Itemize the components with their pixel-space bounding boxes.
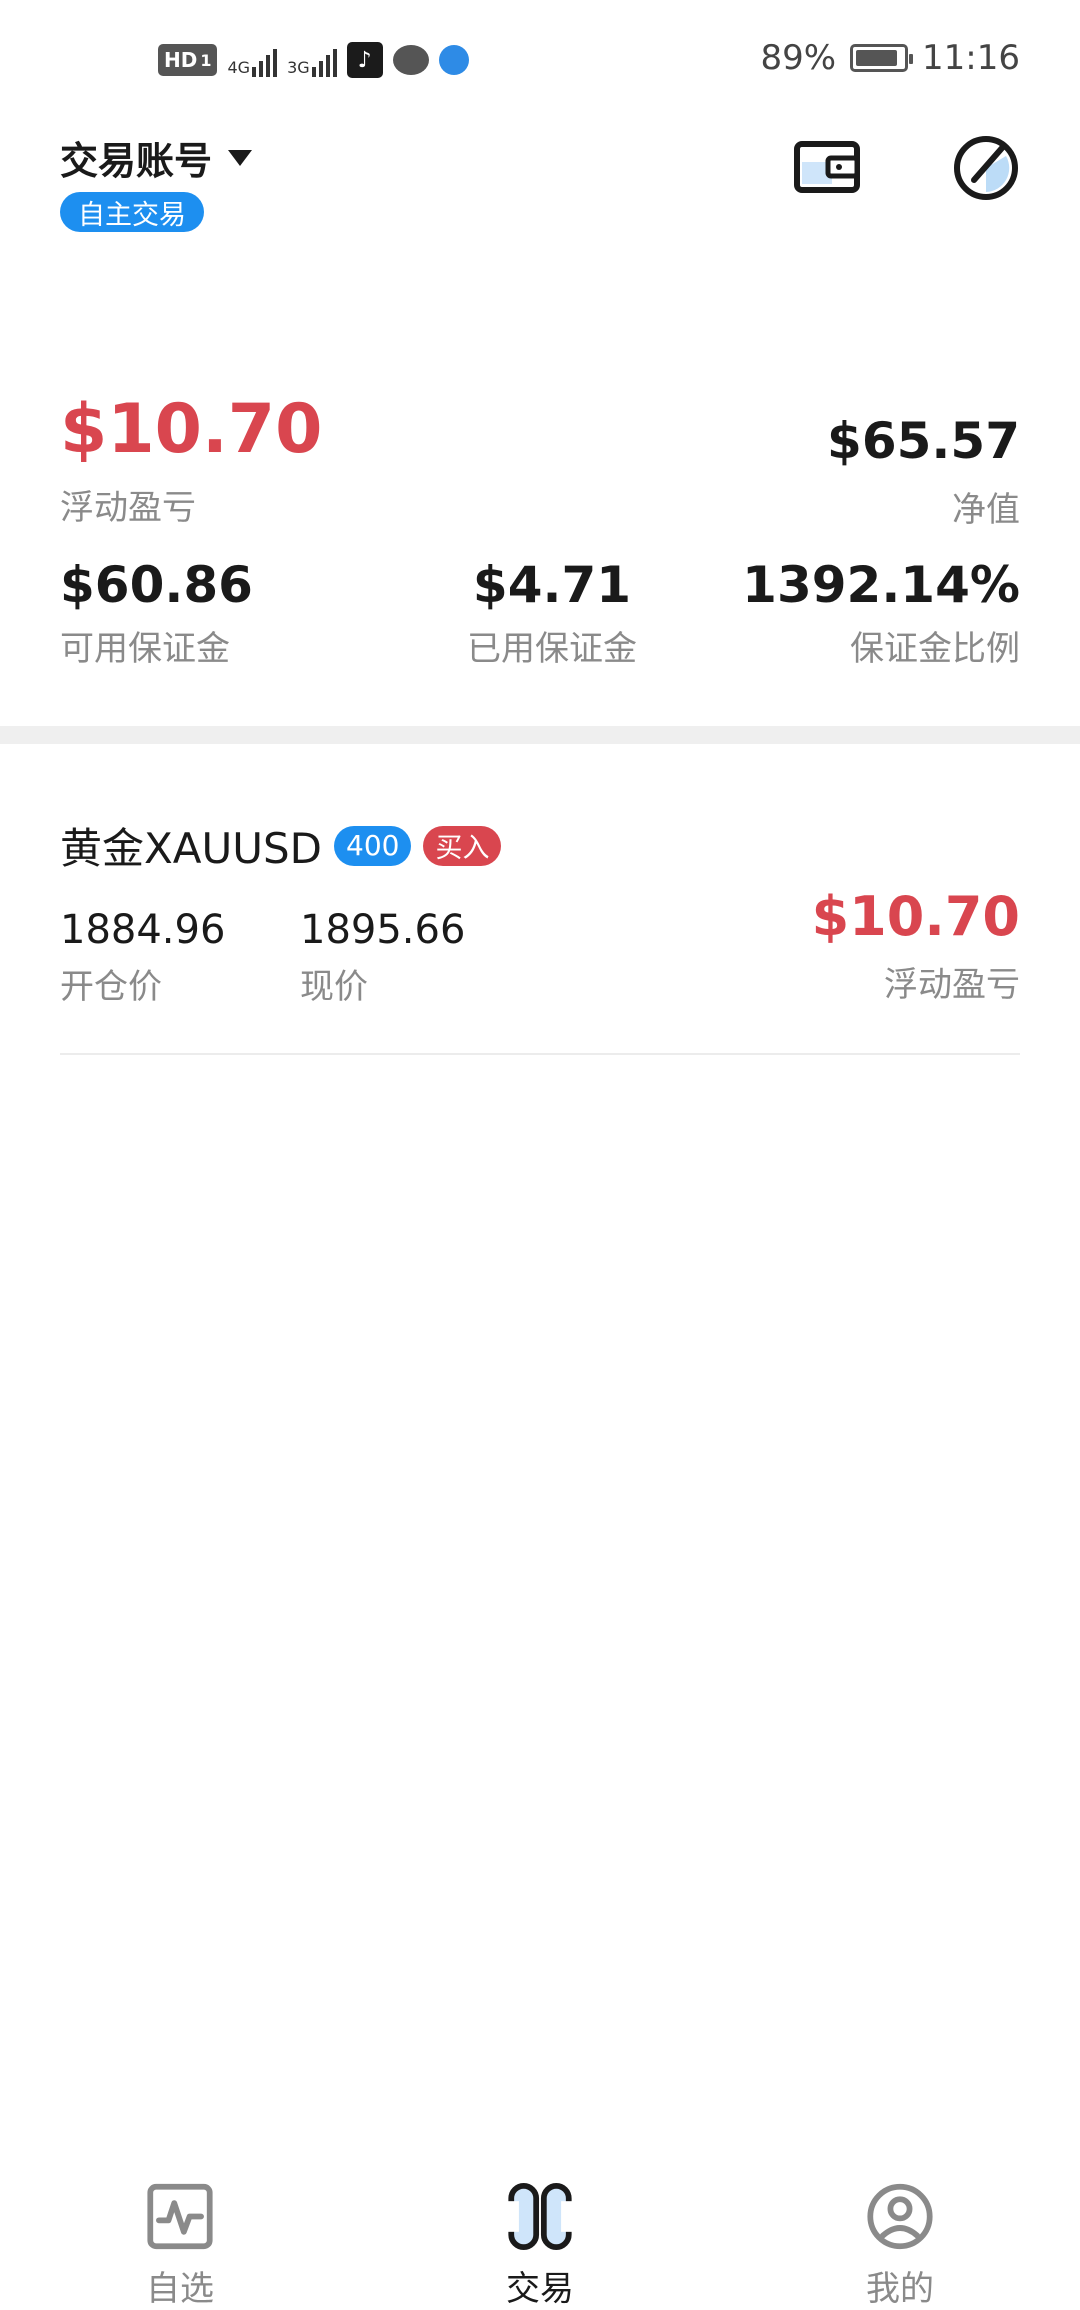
nav-label-profile: 我的 [866, 2269, 934, 2309]
lots-badge: 400 [334, 825, 412, 866]
account-selector[interactable]: 交易账号 [60, 130, 253, 185]
open-price-label: 开仓价 [60, 967, 162, 1007]
free-margin-label: 可用保证金 [60, 629, 230, 669]
chat-icon [392, 45, 429, 75]
trade-icon [507, 2182, 573, 2251]
equity-label: 净值 [952, 490, 1020, 530]
floating-pnl-value: $10.70 [60, 390, 323, 469]
account-summary: $10.70 浮动盈亏 $65.57 净值 $60.86 可用保证金 $4.71… [60, 390, 1020, 670]
header: 交易账号 自主交易 [60, 130, 1020, 240]
battery-percent: 89% [760, 38, 837, 78]
margin-level-value: 1392.14% [742, 556, 1020, 614]
side-badge: 买入 [423, 825, 502, 866]
status-icons-left: HD 1 4G 3G ♪ [158, 42, 469, 78]
free-margin-value: $60.86 [60, 556, 253, 614]
status-bar: HD 1 4G 3G ♪ 89% 11:16 [0, 0, 1080, 124]
profile-icon [867, 2183, 933, 2250]
trading-mode-badge: 自主交易 [60, 192, 204, 232]
nav-profile[interactable]: 我的 [720, 2130, 1080, 2310]
history-button[interactable] [952, 134, 1020, 202]
equity-value: $65.57 [827, 412, 1020, 470]
position-symbol: 黄金XAUUSD [60, 824, 322, 873]
used-margin-label: 已用保证金 [467, 629, 637, 669]
watchlist-icon [147, 2183, 213, 2250]
wallet-icon [794, 141, 860, 193]
hd-label: HD [164, 48, 198, 72]
network-type-1: 4G [227, 58, 251, 77]
browser-icon [438, 45, 469, 75]
status-icons-right: 89% 11:16 [760, 38, 1020, 78]
floating-pnl-label: 浮动盈亏 [60, 488, 196, 528]
current-price-label: 现价 [300, 967, 368, 1007]
current-price-col: 1895.66 现价 [300, 905, 465, 1008]
margin-level-metric: 1392.14% 保证金比例 [742, 555, 1020, 670]
history-icon [954, 136, 1018, 200]
battery-icon [850, 44, 914, 72]
open-price-col: 1884.96 开仓价 [60, 905, 225, 1008]
position-row[interactable]: 黄金XAUUSD 400 买入 1884.96 开仓价 1895.66 现价 $… [60, 815, 1020, 1055]
position-pnl-label: 浮动盈亏 [884, 965, 1020, 1005]
nav-trade[interactable]: 交易 [360, 2130, 720, 2310]
account-label: 交易账号 [60, 139, 213, 183]
nav-label-trade: 交易 [506, 2269, 574, 2309]
clock: 11:16 [922, 38, 1020, 78]
caret-down-icon [228, 149, 253, 166]
section-divider [0, 726, 1080, 744]
current-price-value: 1895.66 [300, 907, 466, 953]
wallet-button[interactable] [794, 138, 860, 196]
nav-watchlist[interactable]: 自选 [0, 2130, 360, 2310]
network-type-2: 3G [287, 58, 310, 77]
hd-badge: HD 1 [158, 44, 218, 76]
position-pnl-value: $10.70 [811, 885, 1020, 948]
tiktok-icon: ♪ [346, 42, 383, 78]
margin-level-label: 保证金比例 [850, 629, 1020, 669]
bottom-nav: 自选 交易 我的 [0, 2130, 1080, 2310]
used-margin-metric: $4.71 已用保证金 [452, 555, 652, 670]
position-title: 黄金XAUUSD 400 买入 [60, 815, 502, 876]
nav-label-watchlist: 自选 [146, 2269, 214, 2309]
open-price-value: 1884.96 [60, 907, 226, 953]
hd-sub-label: 1 [200, 50, 212, 70]
free-margin-metric: $60.86 可用保证金 [60, 555, 253, 670]
signal-4g-icon: 4G [227, 43, 278, 77]
signal-3g-icon: 3G [287, 43, 337, 77]
used-margin-value: $4.71 [472, 556, 632, 614]
